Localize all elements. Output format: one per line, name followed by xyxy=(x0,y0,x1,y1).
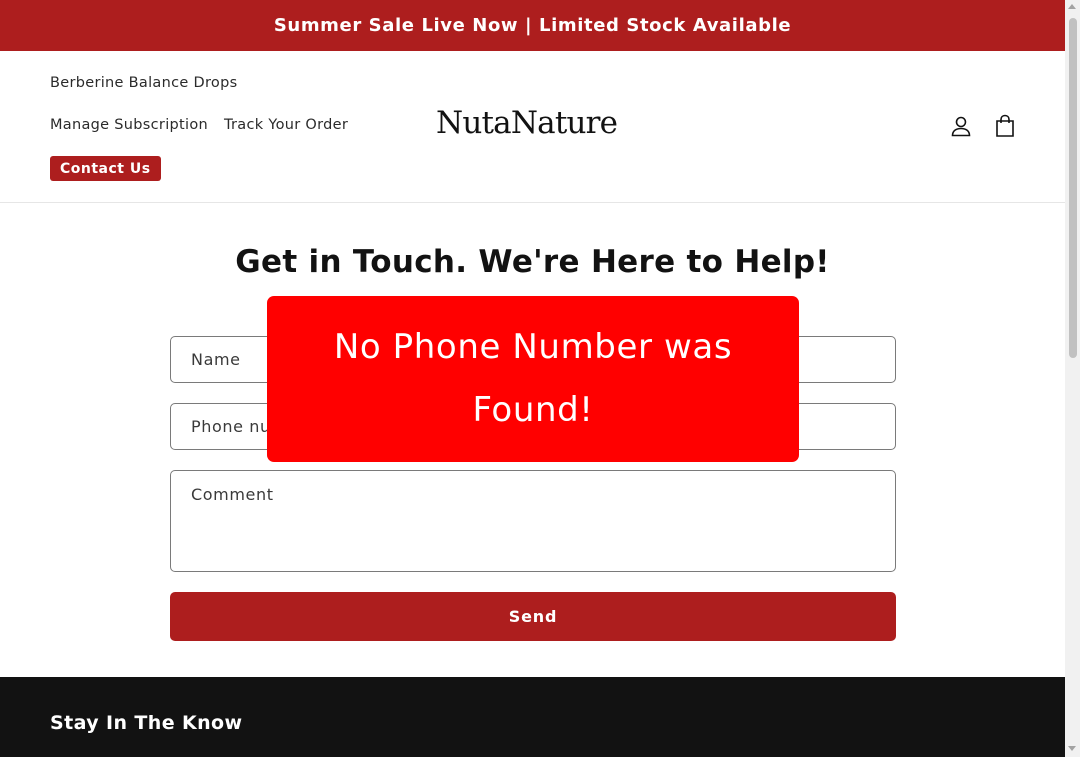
page: Summer Sale Live Now | Limited Stock Ava… xyxy=(0,0,1065,757)
newsletter-heading: Stay In The Know xyxy=(50,712,243,734)
comment-field[interactable] xyxy=(170,470,896,572)
error-popup: No Phone Number was Found! xyxy=(267,296,799,462)
announcement-bar: Summer Sale Live Now | Limited Stock Ava… xyxy=(0,0,1065,51)
nav-track-your-order[interactable]: Track Your Order xyxy=(224,117,348,133)
cart-icon[interactable] xyxy=(992,113,1018,139)
page-scrollbar[interactable] xyxy=(1065,0,1080,757)
scroll-up-arrow-icon[interactable] xyxy=(1068,4,1076,9)
account-icon[interactable] xyxy=(948,113,974,139)
nav-berberine-balance-drops[interactable]: Berberine Balance Drops xyxy=(50,75,237,91)
nav-manage-subscription[interactable]: Manage Subscription xyxy=(50,117,208,133)
announcement-text: Summer Sale Live Now | Limited Stock Ava… xyxy=(273,15,792,36)
site-logo[interactable]: NutaNature xyxy=(436,105,618,141)
send-button[interactable]: Send xyxy=(170,592,896,641)
site-footer: Stay In The Know xyxy=(0,677,1065,757)
error-popup-message: No Phone Number was Found! xyxy=(333,327,733,430)
scroll-down-arrow-icon[interactable] xyxy=(1068,746,1076,751)
nav-contact-us[interactable]: Contact Us xyxy=(50,156,161,181)
page-title: Get in Touch. We're Here to Help! xyxy=(235,244,830,280)
site-header: Berberine Balance Drops Manage Subscript… xyxy=(0,51,1065,203)
scroll-thumb[interactable] xyxy=(1069,18,1077,358)
